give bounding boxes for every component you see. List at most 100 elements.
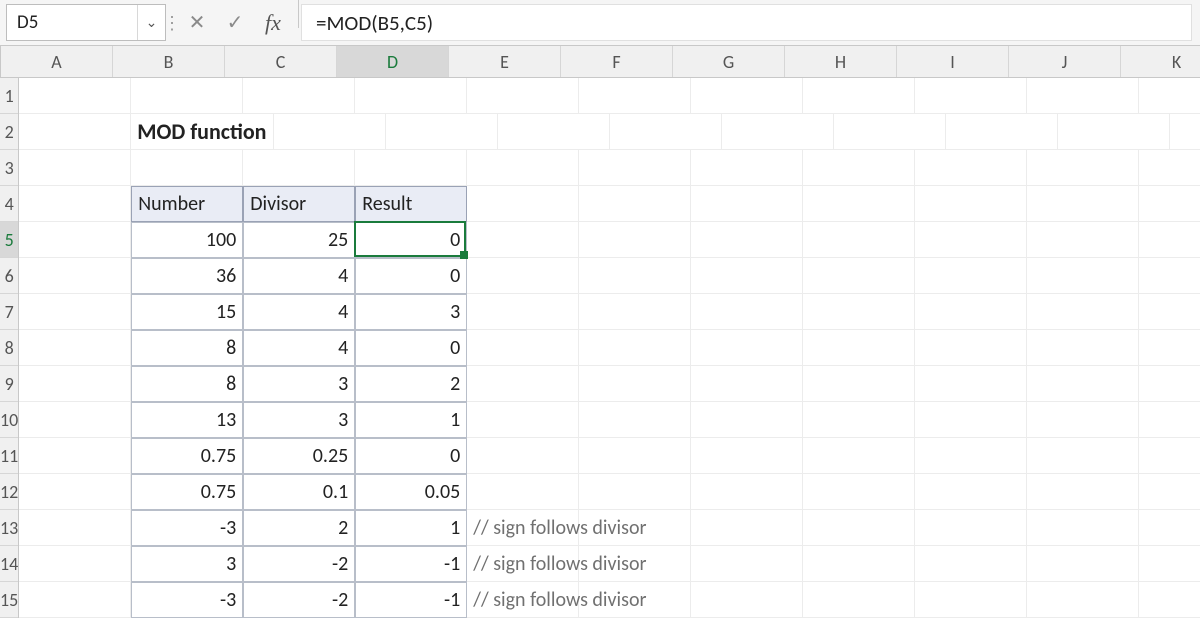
column-header-H[interactable]: H xyxy=(785,46,897,77)
column-header-D[interactable]: D xyxy=(337,46,449,77)
cell-J2[interactable] xyxy=(1058,114,1170,150)
cell-K1[interactable] xyxy=(1139,78,1200,114)
cell-J10[interactable] xyxy=(1027,402,1139,438)
cell-F1[interactable] xyxy=(579,78,691,114)
table-row[interactable]: 8 xyxy=(131,330,243,366)
cell-H2[interactable] xyxy=(834,114,946,150)
table-row[interactable]: -1 xyxy=(355,546,467,582)
cell-K6[interactable] xyxy=(1139,258,1200,294)
cell-K4[interactable] xyxy=(1139,186,1200,222)
row-header-2[interactable]: 2 xyxy=(0,114,18,150)
cell-G5[interactable] xyxy=(691,222,803,258)
cell-F14[interactable] xyxy=(579,546,691,582)
cell-H13[interactable] xyxy=(803,510,915,546)
cell-J11[interactable] xyxy=(1027,438,1139,474)
cell-J12[interactable] xyxy=(1027,474,1139,510)
row-header-5[interactable]: 5 xyxy=(0,222,18,258)
cell-I14[interactable] xyxy=(915,546,1027,582)
formula-input[interactable]: =MOD(B5,C5) xyxy=(301,4,1192,41)
cell-J9[interactable] xyxy=(1027,366,1139,402)
table-row[interactable]: 0 xyxy=(355,258,467,294)
cell-I8[interactable] xyxy=(915,330,1027,366)
resize-handle-icon[interactable]: ⋮ xyxy=(166,0,178,45)
table-row[interactable]: -3 xyxy=(131,582,243,618)
cell-A2[interactable] xyxy=(19,114,131,150)
row-header-1[interactable]: 1 xyxy=(0,78,18,114)
row-header-11[interactable]: 11 xyxy=(0,438,18,474)
table-row[interactable]: -1 xyxy=(355,582,467,618)
cell-J3[interactable] xyxy=(1027,150,1139,186)
table-row[interactable]: 8 xyxy=(131,366,243,402)
cell-G11[interactable] xyxy=(691,438,803,474)
cell-E7[interactable] xyxy=(467,294,579,330)
cell-C2[interactable] xyxy=(274,114,386,150)
table-row[interactable]: 4 xyxy=(243,294,355,330)
column-header-I[interactable]: I xyxy=(897,46,1009,77)
cell-A7[interactable] xyxy=(19,294,131,330)
table-row[interactable]: 1 xyxy=(355,402,467,438)
cell-F8[interactable] xyxy=(579,330,691,366)
cell-E12[interactable] xyxy=(467,474,579,510)
cell-D3[interactable] xyxy=(355,150,467,186)
cell-H7[interactable] xyxy=(803,294,915,330)
column-header-G[interactable]: G xyxy=(673,46,785,77)
cancel-button[interactable]: ✕ xyxy=(184,10,210,36)
cell-H9[interactable] xyxy=(803,366,915,402)
cell-G10[interactable] xyxy=(691,402,803,438)
name-box[interactable]: D5 xyxy=(7,5,137,40)
cell-E9[interactable] xyxy=(467,366,579,402)
row-header-12[interactable]: 12 xyxy=(0,474,18,510)
select-all-corner[interactable] xyxy=(0,46,1,77)
cell-I5[interactable] xyxy=(915,222,1027,258)
cell-K11[interactable] xyxy=(1139,438,1200,474)
cell-A10[interactable] xyxy=(19,402,131,438)
column-header-C[interactable]: C xyxy=(225,46,337,77)
table-row[interactable]: 0.75 xyxy=(131,438,243,474)
cell-I11[interactable] xyxy=(915,438,1027,474)
cell-E3[interactable] xyxy=(467,150,579,186)
cell-K9[interactable] xyxy=(1139,366,1200,402)
cell-E1[interactable] xyxy=(467,78,579,114)
cell-E5[interactable] xyxy=(467,222,579,258)
cell-B3[interactable] xyxy=(131,150,243,186)
row-header-7[interactable]: 7 xyxy=(0,294,18,330)
cell-F3[interactable] xyxy=(579,150,691,186)
table-row[interactable]: 2 xyxy=(355,366,467,402)
cell-A9[interactable] xyxy=(19,366,131,402)
table-row[interactable]: 0.75 xyxy=(131,474,243,510)
cell-I1[interactable] xyxy=(915,78,1027,114)
cell-I6[interactable] xyxy=(915,258,1027,294)
cell-K3[interactable] xyxy=(1139,150,1200,186)
cell-F4[interactable] xyxy=(579,186,691,222)
cell-I7[interactable] xyxy=(915,294,1027,330)
cell-A5[interactable] xyxy=(19,222,131,258)
row-header-8[interactable]: 8 xyxy=(0,330,18,366)
cell-F5[interactable] xyxy=(579,222,691,258)
table-row[interactable]: 1 xyxy=(355,510,467,546)
table-row[interactable]: -2 xyxy=(243,546,355,582)
cell-G9[interactable] xyxy=(691,366,803,402)
cell-A1[interactable] xyxy=(19,78,131,114)
cell-A15[interactable] xyxy=(19,582,131,618)
cell-A4[interactable] xyxy=(19,186,131,222)
name-box-dropdown[interactable]: ⌄ xyxy=(137,5,165,40)
table-row[interactable]: 25 xyxy=(243,222,355,258)
cell-F13[interactable] xyxy=(579,510,691,546)
cell-G15[interactable] xyxy=(691,582,803,618)
cell-E11[interactable] xyxy=(467,438,579,474)
cell-F15[interactable] xyxy=(579,582,691,618)
cell-A6[interactable] xyxy=(19,258,131,294)
table-row[interactable]: -2 xyxy=(243,582,355,618)
cell-G1[interactable] xyxy=(691,78,803,114)
cell-I15[interactable] xyxy=(915,582,1027,618)
cell-E6[interactable] xyxy=(467,258,579,294)
table-header-result[interactable]: Result xyxy=(355,186,467,222)
cell-F10[interactable] xyxy=(579,402,691,438)
table-row[interactable]: 3 xyxy=(131,546,243,582)
cell-H14[interactable] xyxy=(803,546,915,582)
cell-J4[interactable] xyxy=(1027,186,1139,222)
cell-H12[interactable] xyxy=(803,474,915,510)
cell-H15[interactable] xyxy=(803,582,915,618)
table-header-number[interactable]: Number xyxy=(131,186,243,222)
table-row[interactable]: 3 xyxy=(243,402,355,438)
